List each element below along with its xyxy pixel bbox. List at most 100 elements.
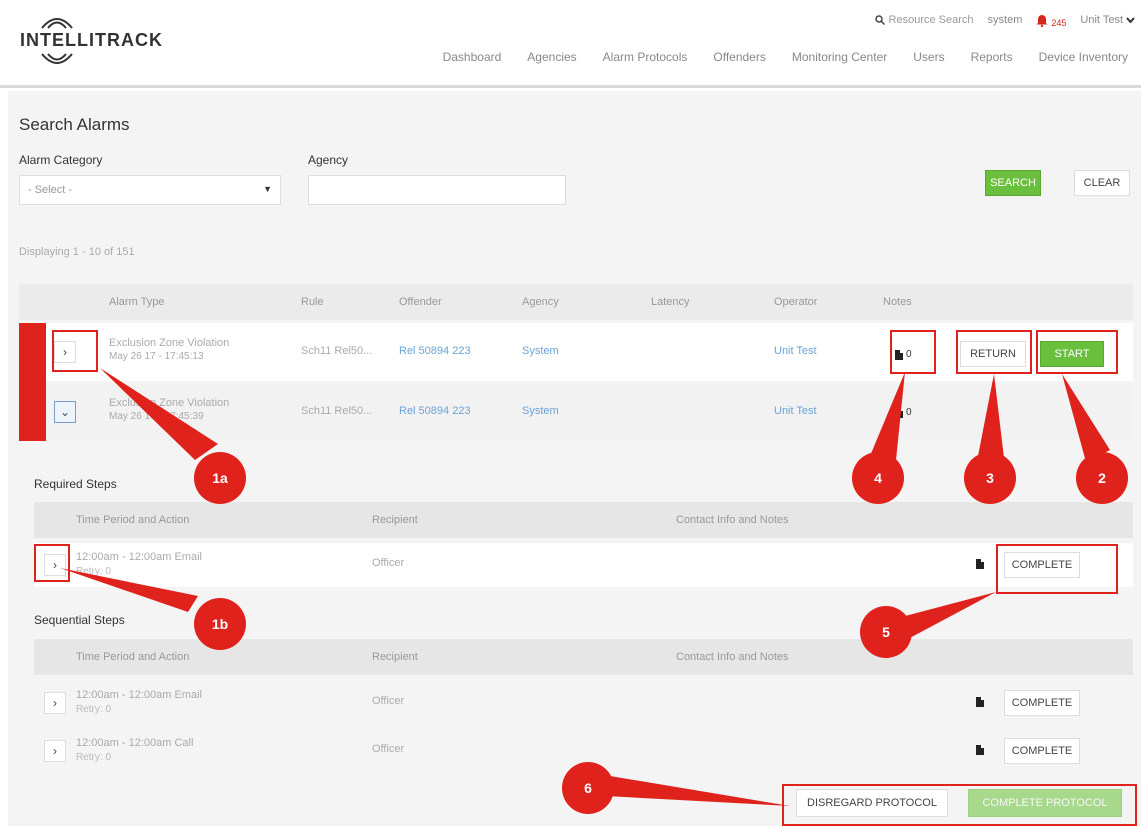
alarm-rule: Sch11 Rel50... [301,405,373,417]
sequential-steps-header: Time Period and Action Recipient Contact… [34,639,1133,675]
alarm-row[interactable]: Exclusion Zone Violation May 26 17 - 17:… [19,383,1133,441]
step-retry: Retry: 0 [76,752,112,763]
chevron-right-icon: › [53,744,57,758]
alarm-rule: Sch11 Rel50... [301,345,373,357]
step-retry: Retry: 0 [76,566,112,577]
system-label: system [987,14,1023,26]
notes-count: 0 [906,407,912,418]
callout-badge-6: 6 [562,762,614,814]
callout-box-1a [52,330,98,372]
col-notes: Notes [883,296,912,308]
col-time-action: Time Period and Action [76,514,190,526]
chevron-down-icon: ⌄ [59,405,71,419]
col-offender: Offender [399,296,442,308]
step-action: 12:00am - 12:00am Call [76,737,194,749]
app-header: INTELLITRACK Resource Search system 245 … [0,0,1141,88]
callout-badge-5: 5 [860,606,912,658]
agency-link[interactable]: System [522,345,559,357]
col-contact-notes: Contact Info and Notes [676,651,789,663]
search-button[interactable]: SEARCH [985,170,1041,196]
resource-search-label: Resource Search [888,14,974,26]
callout-box-3 [956,330,1032,374]
nav-dashboard[interactable]: Dashboard [430,50,515,64]
notes-button[interactable]: 0 [895,407,912,418]
col-recipient: Recipient [372,514,418,526]
user-name: Unit Test [1080,14,1123,26]
step-action: 12:00am - 12:00am Email [76,689,202,701]
callout-badge-2: 2 [1076,452,1128,504]
callout-box-1b [34,544,70,582]
agency-input[interactable] [308,175,566,205]
agency-label: Agency [308,153,349,167]
alarms-table-header: Alarm Type Rule Offender Agency Latency … [19,284,1133,320]
alerts-button[interactable]: 245 [1036,12,1066,28]
step-row[interactable]: › 12:00am - 12:00am Email Retry: 0 Offic… [34,543,1133,587]
document-icon[interactable] [976,559,984,569]
main-nav: Dashboard Agencies Alarm Protocols Offen… [430,50,1141,64]
nav-alarm-protocols[interactable]: Alarm Protocols [590,50,701,64]
resource-search-link[interactable]: Resource Search [874,14,974,26]
callout-box-4 [890,330,936,374]
callout-box-5 [996,544,1118,594]
alarm-category-label: Alarm Category [19,153,103,167]
expand-step-button[interactable]: › [44,692,66,714]
nav-agencies[interactable]: Agencies [514,50,589,64]
priority-indicator-bar [19,323,46,441]
nav-offenders[interactable]: Offenders [700,50,778,64]
alarm-time: May 26 17 - 17:45:13 [109,351,204,362]
step-recipient: Officer [372,695,405,707]
callout-badge-1b: 1b [194,598,246,650]
sequential-steps-title: Sequential Steps [34,613,125,627]
operator-link[interactable]: Unit Test [774,345,817,357]
alarm-category-select[interactable]: - Select - ▼ [19,175,281,205]
page-title: Search Alarms [19,115,130,134]
logo-wordmark: INTELLITRACK [20,30,163,50]
required-steps-header: Time Period and Action Recipient Contact… [34,502,1133,538]
step-action: 12:00am - 12:00am Email [76,551,202,563]
caret-down-icon: ▼ [263,184,272,194]
clear-button[interactable]: CLEAR [1074,170,1130,196]
step-recipient: Officer [372,743,405,755]
search-icon [874,15,885,25]
nav-users[interactable]: Users [900,50,957,64]
chevron-down-icon [1126,17,1135,23]
alert-count-badge: 245 [1051,18,1067,28]
operator-link[interactable]: Unit Test [774,405,817,417]
pagination-info: Displaying 1 - 10 of 151 [19,246,135,258]
offender-link[interactable]: Rel 50894 223 [399,405,471,417]
alarm-time: May 26 17 - 17:45:39 [109,411,204,422]
top-utility-bar: Resource Search system 245 Unit Test [874,12,1135,28]
required-steps-title: Required Steps [34,477,117,491]
complete-step-button[interactable]: COMPLETE [1004,690,1080,716]
alarm-type: Exclusion Zone Violation [109,397,230,409]
nav-device-inventory[interactable]: Device Inventory [1026,50,1141,64]
agency-link[interactable]: System [522,405,559,417]
alarm-type: Exclusion Zone Violation [109,337,230,349]
nav-reports[interactable]: Reports [958,50,1026,64]
complete-step-button[interactable]: COMPLETE [1004,738,1080,764]
col-recipient: Recipient [372,651,418,663]
col-alarm-type: Alarm Type [109,296,165,308]
col-contact-notes: Contact Info and Notes [676,514,789,526]
step-recipient: Officer [372,557,405,569]
document-icon[interactable] [976,745,984,755]
alarm-category-value: - Select - [28,184,73,196]
callout-badge-4: 4 [852,452,904,504]
callout-box-6 [782,784,1137,826]
document-icon [895,407,903,418]
expand-step-button[interactable]: › [44,740,66,762]
collapse-row-button[interactable]: ⌄ [54,401,76,423]
offender-link[interactable]: Rel 50894 223 [399,345,471,357]
step-retry: Retry: 0 [76,704,112,715]
col-operator: Operator [774,296,818,308]
col-agency: Agency [522,296,559,308]
col-time-action: Time Period and Action [76,651,190,663]
callout-badge-3: 3 [964,452,1016,504]
document-icon[interactable] [976,697,984,707]
callout-badge-1a: 1a [194,452,246,504]
step-row[interactable]: › 12:00am - 12:00am Email Retry: 0 Offic… [34,681,1133,725]
user-menu[interactable]: Unit Test [1080,14,1135,26]
nav-monitoring-center[interactable]: Monitoring Center [779,50,900,64]
callout-box-2 [1036,330,1118,374]
col-latency: Latency [651,296,690,308]
